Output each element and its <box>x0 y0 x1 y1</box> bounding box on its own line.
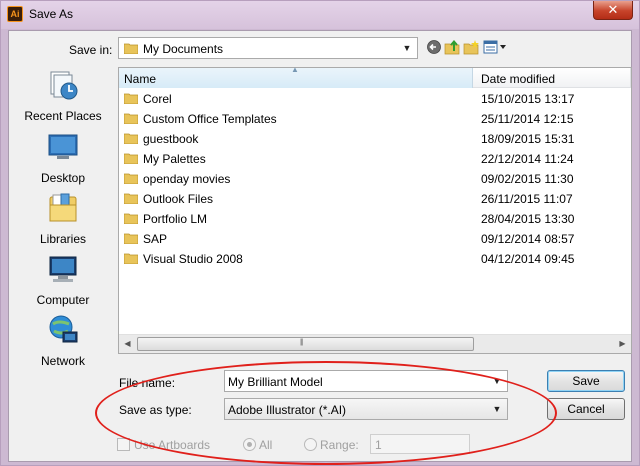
sort-ascending-icon: ▲ <box>291 65 299 74</box>
range-radio[interactable] <box>304 438 317 451</box>
desktop-icon <box>48 134 78 159</box>
list-item[interactable]: My Palettes 22/12/2014 11:24 <box>119 149 631 169</box>
folder-icon <box>124 173 138 184</box>
up-folder-icon[interactable] <box>444 39 460 55</box>
save-as-type-label: Save as type: <box>119 403 192 417</box>
file-date: 22/12/2014 11:24 <box>481 152 574 166</box>
illustrator-app-icon: Ai <box>7 6 23 22</box>
list-item[interactable]: guestbook 18/09/2015 15:31 <box>119 129 631 149</box>
computer-icon <box>49 256 77 282</box>
folder-icon <box>124 43 138 54</box>
list-item[interactable]: Visual Studio 2008 04/12/2014 09:45 <box>119 249 631 269</box>
save-as-dialog: Ai Save As ✕ Save in: My Documents ▼ Rec… <box>0 0 640 466</box>
scroll-right-icon[interactable]: ▶ <box>614 335 631 353</box>
file-name: Corel <box>143 92 172 106</box>
close-button[interactable]: ✕ <box>593 1 633 20</box>
file-name-label: File name: <box>119 376 176 390</box>
scroll-left-icon[interactable]: ◀ <box>119 335 136 353</box>
window-title: Save As <box>29 7 74 21</box>
file-date: 09/02/2015 11:30 <box>481 172 574 186</box>
save-button[interactable]: Save <box>547 370 625 392</box>
network-icon <box>49 315 78 343</box>
date-column-header[interactable]: Date modified <box>474 68 631 88</box>
file-date: 26/11/2015 11:07 <box>481 192 573 206</box>
folder-icon <box>124 253 138 264</box>
place-computer[interactable]: Computer <box>13 251 113 311</box>
horizontal-scrollbar[interactable]: ◀ ||| ▶ <box>119 334 631 353</box>
new-folder-icon[interactable] <box>463 39 479 55</box>
save-in-label: Save in: <box>69 43 113 57</box>
file-name: SAP <box>143 232 168 246</box>
save-in-value: My Documents <box>143 42 224 56</box>
file-date: 04/12/2014 09:45 <box>481 252 575 266</box>
back-icon[interactable] <box>426 39 442 55</box>
scrollbar-thumb[interactable]: ||| <box>137 337 474 351</box>
file-date: 15/10/2015 13:17 <box>481 92 575 106</box>
file-name: Visual Studio 2008 <box>143 252 243 266</box>
folder-icon <box>124 213 138 224</box>
place-libraries[interactable]: Libraries <box>13 190 113 250</box>
view-menu-icon[interactable] <box>483 39 507 55</box>
file-date: 25/11/2014 12:15 <box>481 112 574 126</box>
name-column-label: Name <box>124 72 157 86</box>
list-item[interactable]: SAP 09/12/2014 08:57 <box>119 229 631 249</box>
name-column-header[interactable]: ▲ Name <box>119 65 473 88</box>
place-label: Recent Places <box>24 109 102 123</box>
file-date: 28/04/2015 13:30 <box>481 212 575 226</box>
title-bar[interactable]: Ai Save As ✕ <box>1 1 639 29</box>
file-name: My Palettes <box>143 152 206 166</box>
file-name: Outlook Files <box>143 192 214 206</box>
date-column-label: Date modified <box>481 72 556 86</box>
place-network[interactable]: Network <box>13 312 113 372</box>
place-label: Desktop <box>40 171 86 185</box>
recent-places-icon <box>50 71 78 100</box>
save-as-type-dropdown[interactable]: Adobe Illustrator (*.AI) ▼ <box>224 398 508 420</box>
save-in-dropdown[interactable]: My Documents ▼ <box>118 37 418 59</box>
grip-icon: ||| <box>300 339 304 346</box>
save-as-type-value: Adobe Illustrator (*.AI) <box>228 403 347 417</box>
list-item[interactable]: Outlook Files 26/11/2015 11:07 <box>119 189 631 209</box>
folder-icon <box>124 233 138 244</box>
folder-icon <box>124 133 138 144</box>
file-name: guestbook <box>143 132 199 146</box>
column-header: ▲ Name Date modified <box>119 65 631 88</box>
file-name: Portfolio LM <box>143 212 208 226</box>
place-label: Libraries <box>39 232 87 246</box>
libraries-icon <box>49 193 77 222</box>
range-value: 1 <box>375 438 382 452</box>
chevron-down-icon[interactable]: ▼ <box>490 374 504 388</box>
file-list[interactable]: ▲ Name Date modified Corel 15/10/2015 13… <box>118 65 632 354</box>
list-item[interactable]: openday movies 09/02/2015 11:30 <box>119 169 631 189</box>
file-name-field[interactable]: My Brilliant Model ▼ <box>224 370 508 392</box>
file-date: 09/12/2014 08:57 <box>481 232 575 246</box>
folder-icon <box>124 113 138 124</box>
range-input[interactable]: 1 <box>370 434 470 454</box>
file-name: openday movies <box>143 172 231 186</box>
cancel-button[interactable]: Cancel <box>547 398 625 420</box>
place-label: Computer <box>36 293 90 307</box>
folder-icon <box>124 153 138 164</box>
place-recent-places[interactable]: Recent Places <box>13 67 113 127</box>
file-name-value: My Brilliant Model <box>228 375 323 389</box>
use-artboards-label: Use Artboards <box>134 438 211 452</box>
use-artboards-checkbox[interactable] <box>117 438 130 451</box>
file-name: Custom Office Templates <box>143 112 277 126</box>
all-radio[interactable] <box>243 438 256 451</box>
folder-icon <box>124 193 138 204</box>
place-desktop[interactable]: Desktop <box>13 129 113 189</box>
chevron-down-icon[interactable]: ▼ <box>490 402 504 416</box>
chevron-down-icon[interactable]: ▼ <box>400 41 414 55</box>
file-date: 18/09/2015 15:31 <box>481 132 575 146</box>
list-item[interactable]: Custom Office Templates 25/11/2014 12:15 <box>119 109 631 129</box>
places-bar: Recent Places Desktop Libraries Computer… <box>13 67 113 377</box>
dialog-body: Save in: My Documents ▼ Recent Places De… <box>8 30 632 465</box>
all-label: All <box>259 438 273 452</box>
list-item[interactable]: Corel 15/10/2015 13:17 <box>119 89 631 109</box>
place-label: Network <box>40 354 85 368</box>
list-item[interactable]: Portfolio LM 28/04/2015 13:30 <box>119 209 631 229</box>
folder-icon <box>124 93 138 104</box>
range-label: Range: <box>320 438 359 452</box>
